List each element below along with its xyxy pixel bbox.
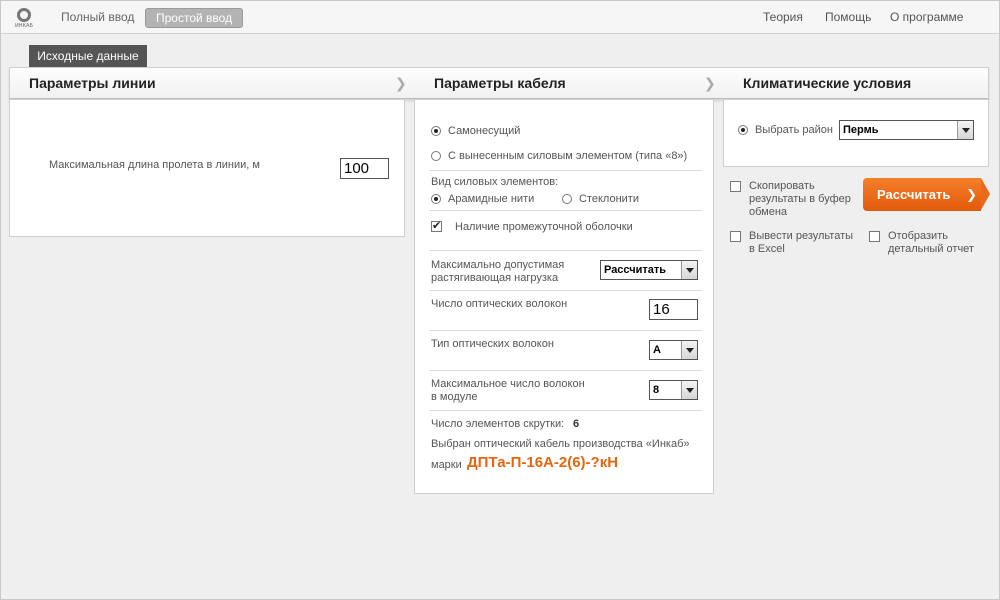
twist-elements-value: 6 bbox=[573, 418, 580, 430]
max-load-label: Максимально допустимая растягивающая нагр… bbox=[431, 259, 565, 284]
climate-panel: Выбрать район Пермь bbox=[723, 99, 989, 167]
export-excel-label: Вывести результаты в Excel bbox=[749, 230, 854, 255]
radio-select-region[interactable] bbox=[738, 125, 748, 135]
radio-external-element[interactable] bbox=[431, 151, 441, 161]
mode-simple-button[interactable]: Простой ввод bbox=[145, 8, 244, 28]
link-help[interactable]: Помощь bbox=[825, 10, 871, 24]
fiber-type-select[interactable]: A bbox=[649, 340, 698, 360]
divider bbox=[429, 410, 702, 411]
radio-external-element-label: С вынесенным силовым элементом (типа «8»… bbox=[448, 150, 688, 162]
detailed-report-label: Отобразить детальный отчет bbox=[888, 230, 974, 255]
divider bbox=[429, 170, 702, 171]
divider bbox=[429, 210, 702, 211]
intermediate-sheath-checkbox[interactable] bbox=[431, 219, 442, 232]
copy-clipboard-label: Скопировать результаты в буфер обмена bbox=[749, 180, 851, 218]
cable-params-panel: Самонесущий С вынесенным силовым элемент… bbox=[414, 99, 714, 494]
radio-self-supporting-label: Самонесущий bbox=[448, 125, 521, 137]
tab-source-data[interactable]: Исходные данные bbox=[29, 45, 147, 67]
chevron-down-icon[interactable] bbox=[681, 341, 697, 359]
radio-aramid[interactable] bbox=[431, 194, 441, 204]
radio-fiberglass[interactable] bbox=[562, 194, 572, 204]
link-theory[interactable]: Теория bbox=[763, 10, 803, 24]
max-span-label: Максимальная длина пролета в линии, м bbox=[49, 159, 260, 171]
link-about[interactable]: О программе bbox=[890, 10, 963, 24]
detailed-report-checkbox[interactable] bbox=[869, 231, 880, 242]
export-excel-checkbox[interactable] bbox=[730, 231, 741, 242]
line-params-panel: Максимальная длина пролета в линии, м 10… bbox=[9, 99, 405, 237]
divider bbox=[429, 370, 702, 371]
section-title-cable: Параметры кабеля bbox=[434, 75, 566, 91]
chevron-down-icon[interactable] bbox=[681, 261, 697, 279]
chevron-down-icon[interactable] bbox=[957, 121, 973, 139]
cable-mark-prefix: марки bbox=[431, 459, 462, 471]
chevron-down-icon[interactable] bbox=[681, 381, 697, 399]
chevron-right-icon: ❯ bbox=[966, 187, 977, 202]
region-label: Выбрать район bbox=[755, 124, 833, 136]
mode-full-button[interactable]: Полный ввод bbox=[51, 8, 144, 28]
chevron-right-icon: ❯ bbox=[395, 75, 407, 91]
max-in-module-select[interactable]: 8 bbox=[649, 380, 698, 400]
section-title-line: Параметры линии bbox=[29, 75, 156, 91]
region-select[interactable]: Пермь bbox=[839, 120, 974, 140]
max-load-select[interactable]: Рассчитать bbox=[600, 260, 698, 280]
twist-elements-label: Число элементов скрутки: bbox=[431, 418, 565, 430]
max-in-module-label: Максимальное число волокон в модуле bbox=[431, 378, 585, 403]
radio-aramid-label: Арамидные нити bbox=[448, 193, 535, 205]
divider bbox=[429, 330, 702, 331]
intermediate-sheath-label: Наличие промежуточной оболочки bbox=[455, 221, 633, 233]
section-title-climate: Климатические условия bbox=[743, 75, 912, 91]
chevron-right-icon: ❯ bbox=[704, 75, 716, 91]
top-bar: ИНКАБ Полный ввод Простой ввод Теория По… bbox=[1, 1, 999, 34]
divider bbox=[429, 250, 702, 251]
copy-clipboard-checkbox[interactable] bbox=[730, 181, 741, 192]
selected-cable-text: Выбран оптический кабель производства «И… bbox=[431, 438, 690, 450]
radio-self-supporting[interactable] bbox=[431, 126, 441, 136]
inkab-logo: ИНКАБ bbox=[15, 8, 35, 30]
fiber-count-label: Число оптических волокон bbox=[431, 298, 568, 310]
max-span-input[interactable]: 100 bbox=[340, 158, 389, 179]
divider bbox=[429, 290, 702, 291]
fiber-type-label: Тип оптических волокон bbox=[431, 338, 554, 350]
power-elements-label: Вид силовых элементов: bbox=[431, 176, 559, 188]
cable-mark: ДПТа-П-16А-2(6)-?кН bbox=[467, 454, 619, 471]
fiber-count-input[interactable]: 16 bbox=[649, 299, 698, 320]
radio-fiberglass-label: Стеклонити bbox=[579, 193, 639, 205]
calculate-button[interactable]: Рассчитать ❯ bbox=[863, 178, 990, 211]
